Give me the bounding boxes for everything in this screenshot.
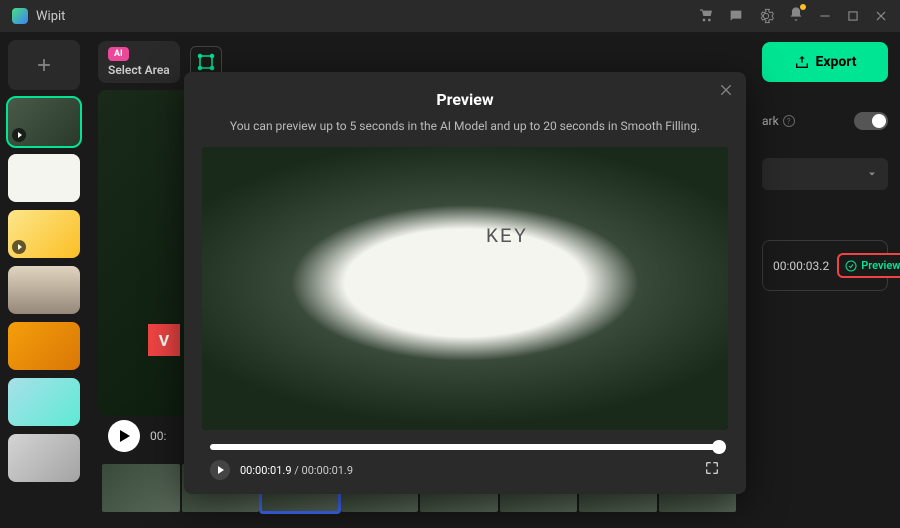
titlebar-right xyxy=(698,6,888,26)
modal-controls: 00:00:01.9 / 00:00:01.9 xyxy=(202,460,728,480)
fullscreen-button[interactable] xyxy=(704,460,720,480)
ai-badge: AI xyxy=(108,47,129,61)
export-button[interactable]: Export xyxy=(762,42,888,82)
dropdown[interactable] xyxy=(762,158,888,190)
modal-video-content: KEY xyxy=(202,147,728,430)
thumbnail-3[interactable] xyxy=(8,210,80,258)
select-area-group[interactable]: AI Select Area xyxy=(98,41,180,83)
titlebar: Wipit xyxy=(0,0,900,32)
time-display: 00: xyxy=(150,429,166,443)
thumbnail-5[interactable] xyxy=(8,322,80,370)
modal-subtitle: You can preview up to 5 seconds in the A… xyxy=(202,119,728,133)
help-icon[interactable]: ? xyxy=(783,115,795,127)
select-area-label: Select Area xyxy=(108,63,170,77)
modal-current-time: 00:00:01.9 xyxy=(240,464,292,477)
watermark-overlay: V xyxy=(148,324,180,356)
play-indicator-icon xyxy=(12,240,26,254)
app-title: Wipit xyxy=(36,9,65,24)
settings-icon[interactable] xyxy=(758,8,774,24)
modal-total-time: 00:00:01.9 xyxy=(302,464,354,477)
preview-label: Preview xyxy=(861,259,900,272)
modal-close-button[interactable] xyxy=(718,82,734,102)
segment-box: 00:00:03.2 Preview xyxy=(762,240,888,291)
thumbnail-1[interactable] xyxy=(8,98,80,146)
minimize-icon[interactable] xyxy=(818,9,832,23)
segment-time: 00:00:03.2 xyxy=(773,259,829,273)
cart-icon[interactable] xyxy=(698,8,714,24)
timeline-frame[interactable] xyxy=(102,464,180,512)
modal-time-display: 00:00:01.9 / 00:00:01.9 xyxy=(240,464,353,477)
thumbnail-6[interactable] xyxy=(8,378,80,426)
modal-title: Preview xyxy=(202,90,728,109)
close-icon[interactable] xyxy=(874,9,888,23)
right-panel: Export ark ? 00:00:03.2 Preview xyxy=(750,32,900,528)
export-label: Export xyxy=(816,54,857,70)
thumbnail-4[interactable] xyxy=(8,266,80,314)
mark-toggle[interactable] xyxy=(854,112,888,130)
modal-seek-slider[interactable] xyxy=(210,444,720,450)
play-indicator-icon xyxy=(12,128,26,142)
mark-row: ark ? xyxy=(762,112,888,130)
preview-modal: Preview You can preview up to 5 seconds … xyxy=(184,72,746,494)
modal-video[interactable]: KEY xyxy=(202,147,728,430)
sidebar xyxy=(0,32,88,528)
titlebar-left: Wipit xyxy=(12,8,65,24)
message-icon[interactable] xyxy=(728,8,744,24)
check-circle-icon xyxy=(845,260,857,272)
thumbnail-2[interactable] xyxy=(8,154,80,202)
chevron-down-icon xyxy=(866,168,878,180)
mark-label: ark ? xyxy=(762,114,795,128)
slider-fill xyxy=(210,444,720,450)
slider-handle[interactable] xyxy=(712,440,726,454)
thumbnail-7[interactable] xyxy=(8,434,80,482)
add-media-button[interactable] xyxy=(8,40,80,90)
maximize-icon[interactable] xyxy=(846,9,860,23)
modal-play-button[interactable] xyxy=(210,460,230,480)
app-logo-icon xyxy=(12,8,28,24)
notification-icon[interactable] xyxy=(788,6,804,26)
play-button[interactable] xyxy=(108,420,140,452)
preview-button-highlighted[interactable]: Preview xyxy=(837,253,900,278)
notebook-text: KEY xyxy=(486,226,528,249)
